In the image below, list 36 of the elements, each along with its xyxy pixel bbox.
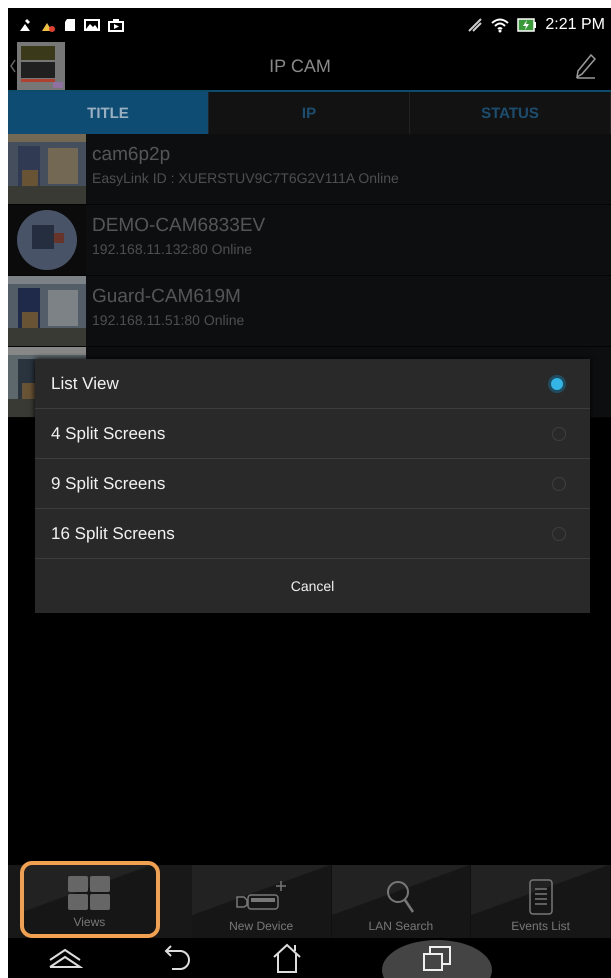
camera-detail: 192.168.11.51:80 Online xyxy=(92,312,244,328)
toolbar-button[interactable]: Events List xyxy=(471,865,611,938)
pencil-icon[interactable] xyxy=(575,53,597,79)
camera-detail: 192.168.11.132:80 Online xyxy=(92,241,254,257)
status-time: 2:21 PM xyxy=(545,16,605,34)
image-icon xyxy=(84,18,100,32)
chevron-up-icon[interactable] xyxy=(47,946,84,970)
sd-card-icon xyxy=(64,18,76,32)
camera-name: cam6p2p xyxy=(92,144,172,166)
cancel-button[interactable]: Cancel xyxy=(35,559,590,613)
document-icon xyxy=(526,879,555,915)
option-label: 4 Split Screens xyxy=(51,424,166,444)
toolbar-button[interactable]: New Device xyxy=(192,865,332,938)
battery-icon xyxy=(517,18,538,32)
view-option[interactable]: 9 Split Screens xyxy=(35,459,590,509)
screen-title: IP CAM xyxy=(268,56,332,76)
radio-button[interactable] xyxy=(548,374,566,392)
option-label: List View xyxy=(51,374,119,394)
back-icon[interactable] xyxy=(162,943,192,973)
muted-signal-icon xyxy=(467,17,484,33)
option-label: 9 Split Screens xyxy=(51,474,166,494)
toolbar-button[interactable]: Views xyxy=(20,861,160,938)
view-option[interactable]: 4 Split Screens xyxy=(35,409,590,459)
media-icon xyxy=(108,18,124,32)
camera-name: DEMO-CAM6833EV xyxy=(92,215,266,237)
view-option[interactable]: List View xyxy=(35,359,590,409)
wifi-icon xyxy=(491,17,510,33)
option-label: 16 Split Screens xyxy=(51,524,175,544)
grid-icon xyxy=(67,875,112,911)
recent-apps-icon[interactable] xyxy=(422,944,452,972)
home-icon[interactable] xyxy=(270,942,303,974)
tab[interactable]: TITLE xyxy=(8,92,209,134)
app-logo-icon xyxy=(17,42,65,90)
toolbar-button[interactable]: LAN Search xyxy=(332,865,472,938)
camera-detail: EasyLink ID : XUERSTUV9C7T6G2V111A Online xyxy=(92,170,399,186)
camera-name: Guard-CAM619M xyxy=(92,286,242,308)
